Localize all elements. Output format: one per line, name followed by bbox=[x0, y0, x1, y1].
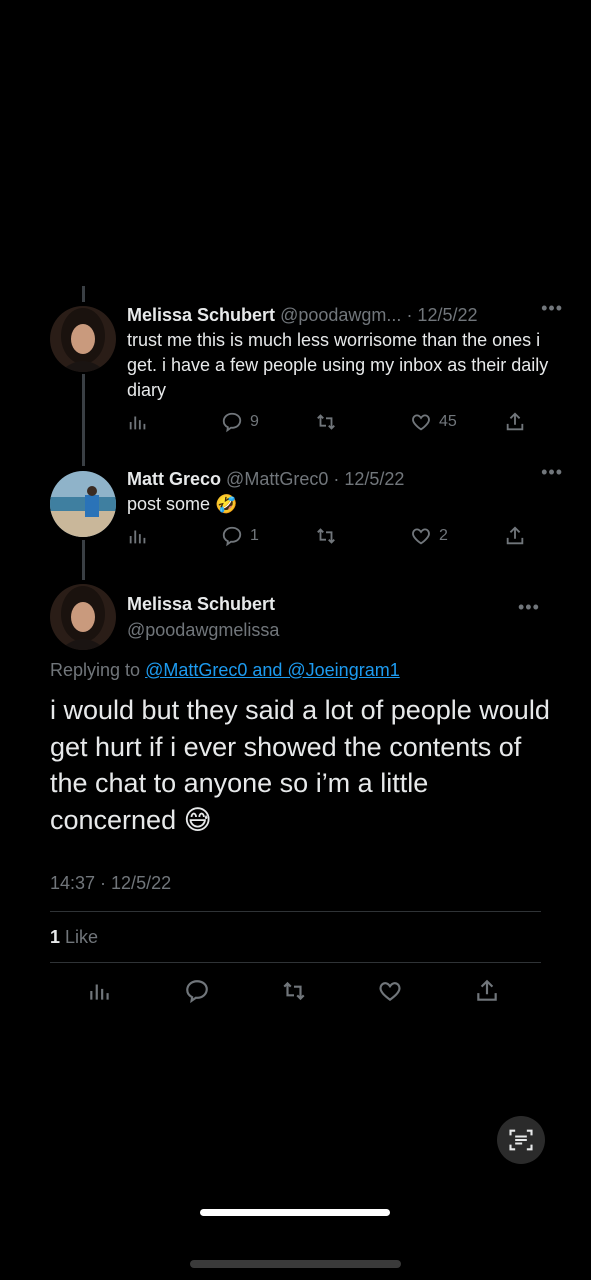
tweet-actions: 1 2 bbox=[127, 525, 551, 551]
retweet-button[interactable] bbox=[315, 411, 344, 433]
divider bbox=[50, 911, 541, 912]
more-options-button[interactable]: ••• bbox=[541, 298, 563, 319]
retweet-button[interactable] bbox=[281, 978, 307, 1004]
share-icon bbox=[506, 526, 524, 545]
divider bbox=[50, 962, 541, 963]
avatar[interactable] bbox=[50, 306, 116, 372]
main-tweet-header: Melissa Schubert @poodawgmelissa bbox=[127, 594, 279, 641]
reply-button[interactable]: 9 bbox=[221, 411, 259, 433]
reply-icon bbox=[222, 412, 242, 433]
main-tweet-actions bbox=[0, 978, 591, 1008]
bottom-bar bbox=[190, 1260, 401, 1268]
views-button[interactable] bbox=[127, 525, 149, 547]
like-icon bbox=[412, 414, 430, 431]
share-icon bbox=[506, 412, 524, 431]
tweet-text: post some 🤣 bbox=[127, 494, 238, 514]
reply-button[interactable] bbox=[184, 978, 210, 1004]
like-count: 2 bbox=[439, 527, 448, 544]
like-button[interactable]: 2 bbox=[410, 525, 448, 547]
tweet-2[interactable]: Matt Greco @MattGrec0 · 12/5/22 ••• post… bbox=[127, 462, 562, 547]
retweet-icon bbox=[317, 414, 335, 430]
main-tweet-text: i would but they said a lot of people wo… bbox=[50, 695, 550, 835]
tweet-date[interactable]: · 12/5/22 bbox=[333, 469, 404, 489]
views-button[interactable] bbox=[87, 978, 113, 1004]
tweet-1[interactable]: Melissa Schubert @poodawgm... · 12/5/22 … bbox=[127, 298, 562, 433]
like-label: Like bbox=[60, 927, 99, 947]
reply-button[interactable]: 1 bbox=[221, 525, 259, 547]
retweet-icon bbox=[317, 528, 335, 544]
like-total: 1 bbox=[50, 927, 61, 947]
tweet-actions: 9 45 bbox=[127, 411, 551, 437]
share-button[interactable] bbox=[504, 411, 526, 433]
tweet-header: Matt Greco @MattGrec0 · 12/5/22 bbox=[127, 468, 551, 490]
user-handle[interactable]: @poodawgm... bbox=[280, 305, 401, 325]
views-icon bbox=[129, 530, 146, 544]
like-icon bbox=[412, 528, 430, 545]
share-button[interactable] bbox=[474, 978, 500, 1004]
user-handle[interactable]: @MattGrec0 bbox=[226, 469, 328, 489]
home-indicator[interactable] bbox=[200, 1209, 390, 1216]
user-name[interactable]: Melissa Schubert bbox=[127, 305, 275, 325]
tweet-text: trust me this is much less worrisome tha… bbox=[127, 330, 549, 400]
user-name[interactable]: Matt Greco bbox=[127, 469, 221, 489]
views-icon bbox=[129, 416, 146, 430]
avatar[interactable] bbox=[50, 584, 116, 650]
reply-count: 9 bbox=[250, 413, 259, 430]
reply-icon bbox=[186, 980, 208, 1004]
share-icon bbox=[477, 979, 497, 1001]
views-icon bbox=[90, 984, 109, 1000]
like-count: 45 bbox=[439, 413, 457, 430]
thread-line-1 bbox=[82, 374, 85, 466]
share-button[interactable] bbox=[504, 525, 526, 547]
reply-count: 1 bbox=[250, 527, 259, 544]
likes-summary[interactable]: 1 Like bbox=[50, 927, 98, 948]
thread-line-2 bbox=[82, 540, 85, 580]
tweet-timestamp[interactable]: 14:37 · 12/5/22 bbox=[50, 873, 171, 894]
scan-text-icon bbox=[509, 1129, 533, 1151]
replying-prefix: Replying to bbox=[50, 660, 146, 680]
like-button[interactable] bbox=[377, 978, 403, 1004]
tweet-date[interactable]: · 12/5/22 bbox=[406, 305, 477, 325]
tweet-header: Melissa Schubert @poodawgm... · 12/5/22 bbox=[127, 304, 551, 326]
thread-line-top bbox=[82, 286, 85, 302]
user-name[interactable]: Melissa Schubert bbox=[127, 594, 279, 615]
replying-to-link[interactable]: @MattGrec0 and @Joeingram1 bbox=[145, 660, 400, 680]
views-button[interactable] bbox=[127, 411, 149, 433]
reply-icon bbox=[222, 526, 242, 547]
scan-text-button[interactable] bbox=[497, 1116, 545, 1164]
retweet-button[interactable] bbox=[315, 525, 344, 547]
replying-to: Replying to @MattGrec0 and @Joeingram1 bbox=[50, 660, 400, 681]
more-options-button[interactable]: ••• bbox=[518, 597, 540, 618]
like-button[interactable]: 45 bbox=[410, 411, 457, 433]
avatar[interactable] bbox=[50, 471, 116, 537]
more-options-button[interactable]: ••• bbox=[541, 462, 563, 483]
user-handle[interactable]: @poodawgmelissa bbox=[127, 620, 279, 641]
like-icon bbox=[379, 982, 401, 1001]
retweet-icon bbox=[283, 981, 305, 1001]
